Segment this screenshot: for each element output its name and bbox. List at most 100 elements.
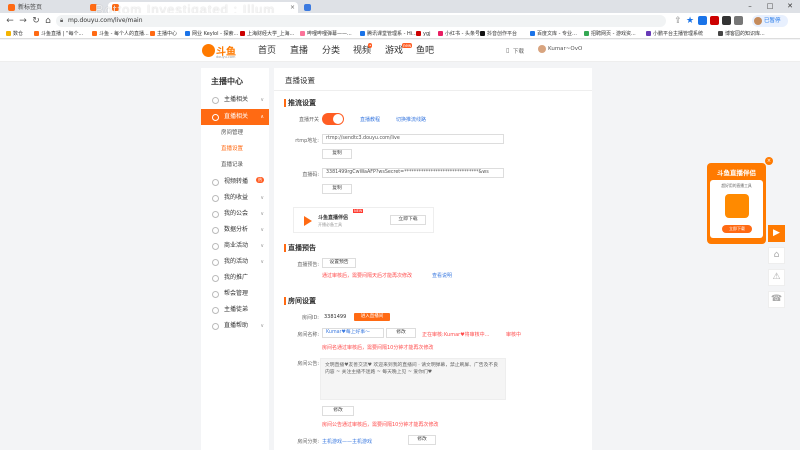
- sidebar-sub-label: 房间管理: [221, 130, 244, 136]
- copy-rtmp-button[interactable]: 复制: [322, 149, 352, 159]
- home-icon[interactable]: ⌂: [768, 247, 785, 264]
- float-ad-download-button[interactable]: 立即下载: [722, 225, 752, 233]
- douyu-logo[interactable]: 斗鱼 douyu.com: [202, 42, 242, 60]
- companion-promo-card[interactable]: 斗鱼直播伴侣 NEW 开播必备工具 立即下载: [293, 207, 434, 233]
- bookmark-item[interactable]: 哔哩哔哩弹幕——...: [300, 29, 352, 39]
- nav-game[interactable]: 游戏 new: [385, 43, 413, 57]
- section-push-settings: 推流设置: [284, 98, 316, 108]
- room-id-label: 房间ID:: [301, 315, 319, 321]
- group-icon: [212, 291, 219, 298]
- close-tab-icon[interactable]: ×: [290, 2, 295, 13]
- room-notice-textarea[interactable]: 文明直播♥友善交流♥ 欢迎来到我的直播间 · 请文明弹幕，禁止刷屏、广告及不良内…: [320, 358, 506, 400]
- user-menu[interactable]: Kumar~OvO: [538, 45, 582, 53]
- sidebar-sub-live-records[interactable]: 直播记录: [201, 158, 269, 172]
- profile-button[interactable]: 已暂停: [752, 15, 788, 27]
- sidebar-item-business[interactable]: 商业活动 ∨: [201, 238, 269, 254]
- room-name-field[interactable]: Kumar♥每上好事～: [322, 328, 384, 338]
- sidebar-item-help[interactable]: 直播帮助 ∨: [201, 318, 269, 334]
- bookmark-favicon-icon: [646, 31, 651, 36]
- play-icon: [304, 216, 312, 226]
- url-input[interactable]: 🔒︎ mp.douyu.com/live/main: [56, 15, 666, 27]
- sidebar-sub-room-manage[interactable]: 房间管理: [201, 126, 269, 140]
- sidebar-item-apprentice[interactable]: 主播徒弟: [201, 302, 269, 318]
- play-icon[interactable]: ▶: [768, 225, 785, 242]
- live-tutorial-link[interactable]: 直播教程: [360, 116, 380, 123]
- bookmark-label: 斗鱼直播 | “每个...: [41, 31, 84, 37]
- extension-icon[interactable]: [710, 16, 719, 25]
- share-icon[interactable]: ⇪: [672, 15, 684, 27]
- live-toggle[interactable]: [322, 113, 344, 125]
- home-icon[interactable]: ⌂: [42, 15, 54, 27]
- headset-icon[interactable]: ☎: [768, 291, 785, 308]
- edit-room-name-button[interactable]: 修改: [386, 328, 416, 338]
- sidebar-item-promo[interactable]: 我的推广: [201, 270, 269, 286]
- bookmark-item[interactable]: 抖音创作平台: [480, 29, 517, 39]
- reload-icon[interactable]: ↻: [30, 15, 42, 27]
- extension-icon[interactable]: [722, 16, 731, 25]
- rtmp-address-field[interactable]: rtmp://sendtc3.douyu.com/live: [322, 134, 504, 144]
- set-preview-button[interactable]: 设置预告: [322, 258, 356, 268]
- stream-code-field[interactable]: 3381499rgCwWaAFP?wsSecret=**************…: [322, 168, 504, 178]
- room-notice-label: 房间公告:: [297, 361, 319, 367]
- nav-video[interactable]: 视频 •: [353, 43, 373, 57]
- switch-line-link[interactable]: 切换推流线路: [396, 116, 426, 123]
- bookmark-item[interactable]: 数仓: [6, 29, 23, 39]
- bookmark-item[interactable]: 斗鱼直播 | “每个...: [34, 29, 83, 39]
- sidebar-item-video[interactable]: 视频转播 热: [201, 174, 269, 190]
- bookmark-item[interactable]: 百度文库 - 专业…: [530, 29, 577, 39]
- back-icon[interactable]: ←: [4, 15, 16, 27]
- bookmark-item[interactable]: ygj: [416, 29, 431, 39]
- sidebar-item-label: 我的公会: [224, 210, 249, 217]
- edit-notice-button[interactable]: 修改: [322, 406, 354, 416]
- enter-room-button[interactable]: 进入直播间: [354, 313, 390, 321]
- bookmark-label: 数仓: [13, 31, 24, 37]
- sidebar-item-label: 主播相关: [224, 96, 249, 103]
- promo-download-button[interactable]: 立即下载: [390, 215, 426, 225]
- sidebar-item-data[interactable]: 数据分析 ∨: [201, 222, 269, 238]
- bookmark-star-icon[interactable]: ★: [684, 15, 696, 27]
- bookmark-item[interactable]: 斗鱼 - 每个人的直播...: [92, 29, 149, 39]
- copy-code-button[interactable]: 复制: [322, 184, 352, 194]
- sidebar-sub-live-settings[interactable]: 直播设置: [201, 142, 269, 156]
- bookmark-label: 百度文库 - 专业…: [537, 31, 577, 37]
- close-ad-icon[interactable]: ×: [765, 157, 773, 165]
- bookmark-item[interactable]: 主播中心: [150, 29, 177, 39]
- edit-category-button[interactable]: 修改: [408, 435, 436, 445]
- nav-category[interactable]: 分类: [322, 45, 340, 57]
- bookmark-item[interactable]: 上海财经大学_上海...: [240, 29, 294, 39]
- room-category-link[interactable]: 主机游戏——主机游戏: [322, 438, 372, 445]
- maximize-icon[interactable]: □: [760, 0, 780, 13]
- sidebar-item-fanclub[interactable]: 帮会管理: [201, 286, 269, 302]
- companion-float-ad[interactable]: 斗鱼直播伴侣 超好用的直播工具 立即下载: [707, 163, 766, 244]
- bookmark-item[interactable]: 招聘网页 - 游戏资...: [584, 29, 636, 39]
- sidebar-item-anchor[interactable]: 主播相关 ∨: [201, 92, 269, 108]
- extension-icon[interactable]: [698, 16, 707, 25]
- sidebar-item-live[interactable]: 直播相关 ∧: [201, 109, 269, 125]
- sidebar-item-income[interactable]: 我的收益 ∨: [201, 190, 269, 206]
- sidebar-item-activity[interactable]: 我的活动 ∨: [201, 254, 269, 270]
- extensions-puzzle-icon[interactable]: [734, 16, 743, 25]
- nav-live[interactable]: 直播: [290, 45, 308, 57]
- bookmark-item[interactable]: 网业 Keylol - 探索...: [185, 29, 238, 39]
- bookmark-item[interactable]: 博客园的知识库...: [718, 29, 765, 39]
- bookmark-label: 哔哩哔哩弹幕——...: [307, 31, 352, 37]
- forward-icon[interactable]: →: [17, 15, 29, 27]
- minimize-icon[interactable]: –: [740, 0, 760, 13]
- user-icon: [212, 97, 219, 104]
- download-link[interactable]: ▯ 下载: [506, 47, 524, 55]
- nav-label: 鱼吧: [416, 46, 435, 56]
- browser-tab[interactable]: [300, 2, 320, 13]
- preview-help-link[interactable]: 查看说明: [432, 272, 452, 279]
- bookmark-item[interactable]: 小鹏平台主播管理系统: [646, 29, 703, 39]
- bookmark-item[interactable]: 小红书 - 头条号: [438, 29, 480, 39]
- warning-icon[interactable]: ⚠: [768, 269, 785, 286]
- nav-home[interactable]: 首页: [258, 45, 276, 57]
- sidebar-item-guild[interactable]: 我的公会 ∨: [201, 206, 269, 222]
- nav-label: 游戏: [385, 46, 404, 56]
- room-name-warning: 房间名通过审核后，需要间隔10分钟才能再次修改: [322, 345, 434, 351]
- bookmark-favicon-icon: [416, 31, 421, 36]
- close-window-icon[interactable]: ✕: [780, 0, 800, 13]
- nav-yuba[interactable]: 鱼吧: [416, 45, 434, 57]
- bookmark-item[interactable]: 腾讯课堂管理系 - Hi...: [360, 29, 417, 39]
- browser-tab[interactable]: 新标签页: [4, 2, 84, 13]
